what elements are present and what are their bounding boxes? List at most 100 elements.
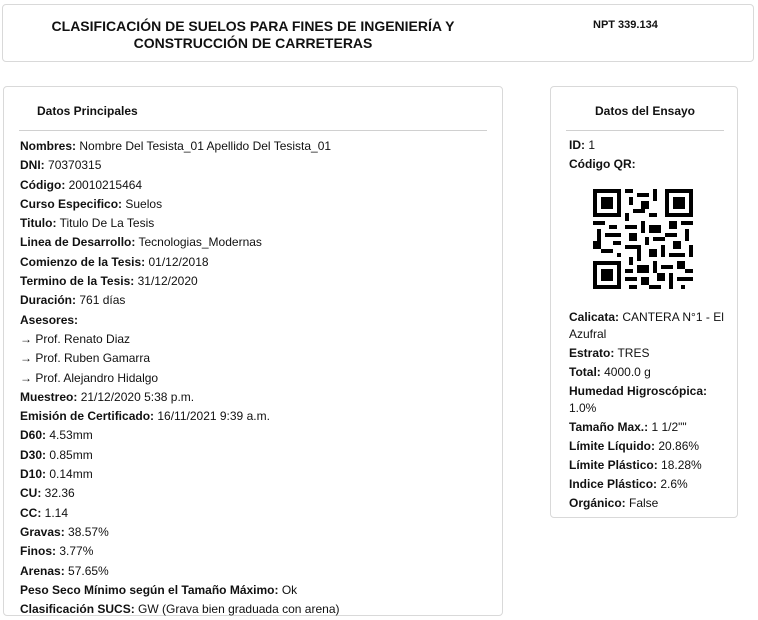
field-d10: D10: 0.14mm bbox=[20, 465, 340, 484]
field-value: 3.77% bbox=[59, 544, 94, 559]
field-duracion: Duración: 761 días bbox=[20, 291, 340, 310]
field-value: 1.0% bbox=[569, 401, 597, 415]
field-value: 1 bbox=[588, 138, 596, 152]
field-value: 761 días bbox=[79, 293, 126, 308]
field-qr: Código QR: bbox=[569, 156, 724, 173]
field-label: D30: bbox=[20, 447, 47, 462]
field-label: Emisión de Certificado: bbox=[20, 409, 155, 424]
field-value: TRES bbox=[617, 346, 650, 360]
field-label: D10: bbox=[20, 467, 47, 482]
field-sucs: Clasificación SUCS: GW (Grava bien gradu… bbox=[20, 600, 340, 619]
field-limite-plastico: Límite Plástico: 18.28% bbox=[569, 457, 724, 474]
field-value: 4000.0 g bbox=[604, 365, 651, 379]
field-label: Código: bbox=[20, 177, 66, 192]
field-value: Ok bbox=[281, 582, 298, 597]
field-value: 21/12/2020 5:38 p.m. bbox=[80, 389, 195, 404]
main-divider bbox=[19, 130, 487, 131]
test-data-list: ID: 1 Código QR: Calicata: CANTERA N°1 -… bbox=[569, 137, 724, 514]
field-termino: Termino de la Tesis: 31/12/2020 bbox=[20, 272, 340, 291]
field-value: 70370315 bbox=[48, 158, 102, 173]
qr-code-icon bbox=[593, 189, 693, 289]
field-value: 20010215464 bbox=[68, 177, 143, 192]
field-value: GW (Grava bien graduada con arena) bbox=[138, 602, 340, 617]
field-limite-liquido: Límite Líquido: 20.86% bbox=[569, 438, 724, 455]
field-label: Titulo: bbox=[20, 216, 57, 231]
field-asesores: Asesores: bbox=[20, 311, 340, 330]
field-cu: CU: 32.36 bbox=[20, 484, 340, 503]
field-label: Humedad Higroscópica: bbox=[569, 384, 708, 398]
field-value: 1.14 bbox=[44, 505, 69, 520]
field-value: 4.53mm bbox=[49, 428, 93, 443]
field-label: CU: bbox=[20, 486, 42, 501]
field-label: Linea de Desarrollo: bbox=[20, 235, 136, 250]
main-data-title: Datos Principales bbox=[37, 104, 138, 118]
field-calicata: Calicata: CANTERA N°1 - El Azufral bbox=[569, 309, 724, 343]
qr-code-container bbox=[569, 175, 724, 309]
field-value: 1 1/2"" bbox=[651, 420, 687, 434]
field-label: Gravas: bbox=[20, 524, 65, 539]
field-label: Comienzo de la Tesis: bbox=[20, 254, 146, 269]
field-label: Total: bbox=[569, 365, 601, 379]
field-value: Tecnologias_Modernas bbox=[138, 235, 262, 250]
test-divider bbox=[566, 130, 724, 131]
field-label: ID: bbox=[569, 138, 585, 152]
field-value: Nombre Del Tesista_01 Apellido Del Tesis… bbox=[79, 139, 332, 153]
main-data-card: Datos Principales Nombres: Nombre Del Te… bbox=[3, 86, 503, 616]
field-linea: Linea de Desarrollo: Tecnologias_Moderna… bbox=[20, 233, 340, 252]
report-title: CLASIFICACIÓN DE SUELOS PARA FINES DE IN… bbox=[3, 18, 503, 52]
field-value: Titulo De La Tesis bbox=[59, 216, 155, 231]
report-title-line2: CONSTRUCCIÓN DE CARRETERAS bbox=[133, 35, 373, 51]
test-data-title: Datos del Ensayo bbox=[594, 104, 696, 118]
field-label: CC: bbox=[20, 505, 42, 520]
norm-code: NPT 339.134 bbox=[593, 19, 658, 31]
field-value: Suelos bbox=[125, 196, 163, 211]
report-title-line1: CLASIFICACIÓN DE SUELOS PARA FINES DE IN… bbox=[51, 18, 455, 34]
field-label: Curso Especifico: bbox=[20, 196, 123, 211]
field-label: Arenas: bbox=[20, 563, 65, 578]
field-label: Peso Seco Mínimo según el Tamaño Máximo: bbox=[20, 582, 279, 597]
field-peso-seco: Peso Seco Mínimo según el Tamaño Máximo:… bbox=[20, 581, 340, 600]
field-d60: D60: 4.53mm bbox=[20, 426, 340, 445]
field-value: 0.85mm bbox=[49, 447, 93, 462]
field-label: Nombres: bbox=[20, 139, 77, 153]
field-label: Clasificación SUCS: bbox=[20, 602, 135, 617]
test-data-card: Datos del Ensayo ID: 1 Código QR: Calica… bbox=[550, 86, 738, 518]
field-titulo: Titulo: Titulo De La Tesis bbox=[20, 214, 340, 233]
field-value: 0.14mm bbox=[49, 467, 93, 482]
field-finos: Finos: 3.77% bbox=[20, 542, 340, 561]
field-label: Duración: bbox=[20, 293, 77, 308]
advisor-item: → Prof. Alejandro Hidalgo bbox=[20, 370, 159, 385]
field-value: 20.86% bbox=[658, 439, 700, 453]
field-label: D60: bbox=[20, 428, 47, 443]
field-label: Termino de la Tesis: bbox=[20, 274, 135, 289]
field-nombres: Nombres: Nombre Del Tesista_01 Apellido … bbox=[20, 137, 340, 156]
field-comienzo: Comienzo de la Tesis: 01/12/2018 bbox=[20, 253, 340, 272]
field-curso: Curso Especifico: Suelos bbox=[20, 195, 340, 214]
advisor-item: → Prof. Renato Diaz bbox=[20, 331, 131, 346]
field-label: Asesores: bbox=[20, 312, 79, 327]
field-label: Finos: bbox=[20, 544, 56, 559]
field-value: 16/11/2021 9:39 a.m. bbox=[157, 409, 270, 424]
field-value: 31/12/2020 bbox=[137, 274, 198, 289]
field-value: 32.36 bbox=[44, 486, 75, 501]
field-dni: DNI: 70370315 bbox=[20, 156, 340, 175]
field-indice-plastico: Indice Plástico: 2.6% bbox=[569, 476, 724, 493]
field-value: 01/12/2018 bbox=[148, 254, 209, 269]
field-arenas: Arenas: 57.65% bbox=[20, 562, 340, 581]
report-header: CLASIFICACIÓN DE SUELOS PARA FINES DE IN… bbox=[2, 4, 754, 62]
field-label: Indice Plástico: bbox=[569, 477, 658, 491]
field-d30: D30: 0.85mm bbox=[20, 446, 340, 465]
field-label: Estrato: bbox=[569, 346, 615, 360]
field-value: 2.6% bbox=[660, 477, 688, 491]
field-organico: Orgánico: False bbox=[569, 495, 724, 512]
advisor-item: → Prof. Ruben Gamarra bbox=[20, 351, 151, 366]
field-label: Tamaño Max.: bbox=[569, 420, 649, 434]
field-label: Muestreo: bbox=[20, 389, 78, 404]
field-label: Calicata: bbox=[569, 310, 620, 324]
field-value: 18.28% bbox=[661, 458, 702, 472]
field-label: DNI: bbox=[20, 158, 45, 173]
field-label: Orgánico: bbox=[569, 496, 626, 510]
field-total: Total: 4000.0 g bbox=[569, 364, 724, 381]
field-gravas: Gravas: 38.57% bbox=[20, 523, 340, 542]
field-label: Límite Plástico: bbox=[569, 458, 658, 472]
